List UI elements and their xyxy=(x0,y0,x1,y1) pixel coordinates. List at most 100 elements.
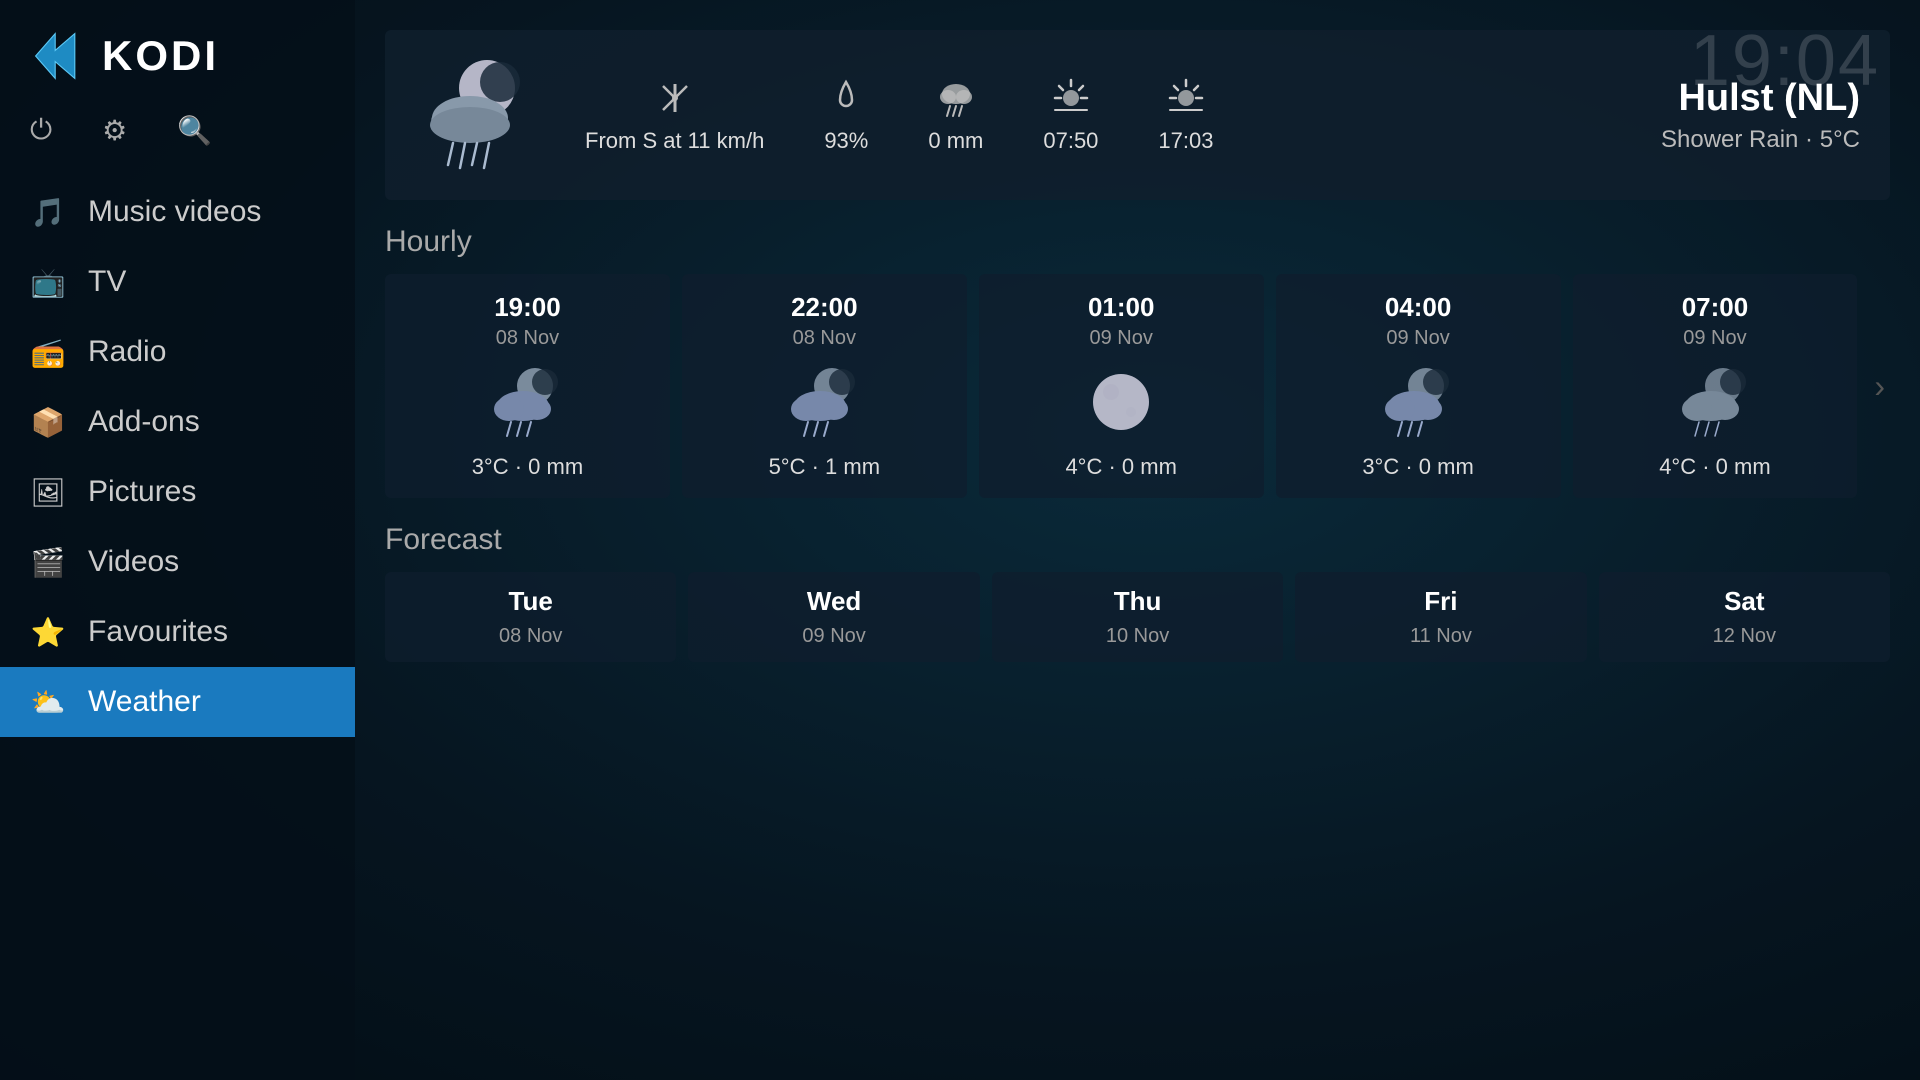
forecast-day-3: Fri xyxy=(1424,586,1457,617)
humidity-icon xyxy=(824,76,868,120)
sidebar-item-label: Videos xyxy=(88,545,179,579)
precip-value: 0 mm xyxy=(928,128,983,154)
sidebar-item-music-videos[interactable]: 🎵 Music videos xyxy=(0,177,355,247)
sunset-value: 17:03 xyxy=(1158,128,1213,154)
hourly-date-4: 09 Nov xyxy=(1683,327,1746,350)
current-weather-icon xyxy=(415,50,545,180)
sidebar-item-favourites[interactable]: ⭐ Favourites xyxy=(0,597,355,667)
forecast-card-2[interactable]: Thu 10 Nov xyxy=(992,572,1283,662)
main-content: 19:04 xyxy=(355,0,1920,1080)
forecast-card-3[interactable]: Fri 11 Nov xyxy=(1295,572,1586,662)
forecast-card-1[interactable]: Wed 09 Nov xyxy=(688,572,979,662)
hourly-temp-3: 3°C · 0 mm xyxy=(1362,454,1473,480)
current-weather-card: From S at 11 km/h 93% 0 mm xyxy=(385,30,1890,200)
hourly-time-4: 07:00 xyxy=(1682,292,1749,323)
settings-icon[interactable]: ⚙ xyxy=(102,114,127,147)
hourly-card-2[interactable]: 01:00 09 Nov 4°C · 0 mm xyxy=(979,274,1264,498)
hourly-time-2: 01:00 xyxy=(1088,292,1155,323)
sidebar-item-label: Radio xyxy=(88,335,166,369)
pictures-icon: 🖼 xyxy=(30,476,66,509)
favourites-icon: ⭐ xyxy=(30,616,66,649)
forecast-date-2: 10 Nov xyxy=(1106,625,1169,648)
forecast-section-header: Forecast xyxy=(385,523,1890,557)
hourly-icon-4 xyxy=(1675,362,1755,442)
kodi-logo-icon xyxy=(30,28,86,84)
wind-value: From S at 11 km/h xyxy=(585,128,764,154)
radio-icon: 📻 xyxy=(30,336,66,369)
hourly-icon-1 xyxy=(784,362,864,442)
hourly-time-0: 19:00 xyxy=(494,292,561,323)
hourly-date-1: 08 Nov xyxy=(793,327,856,350)
hourly-card-0[interactable]: 19:00 08 Nov 3°C · 0 mm xyxy=(385,274,670,498)
sidebar-item-addons[interactable]: 📦 Add-ons xyxy=(0,387,355,457)
hourly-temp-4: 4°C · 0 mm xyxy=(1659,454,1770,480)
forecast-day-1: Wed xyxy=(807,586,861,617)
forecast-date-1: 09 Nov xyxy=(802,625,865,648)
sunrise-value: 07:50 xyxy=(1043,128,1098,154)
app-header: KODI xyxy=(0,0,355,104)
sunset-stat: 17:03 xyxy=(1158,76,1213,154)
hourly-time-3: 04:00 xyxy=(1385,292,1452,323)
forecast-card-0[interactable]: Tue 08 Nov xyxy=(385,572,676,662)
hourly-card-4[interactable]: 07:00 09 Nov 4°C · 0 mm xyxy=(1573,274,1858,498)
location-name: Hulst (NL) xyxy=(1661,77,1860,120)
hourly-time-1: 22:00 xyxy=(791,292,858,323)
sidebar-item-label: Weather xyxy=(88,685,201,719)
top-icons: ⏻ ⚙ 🔍 xyxy=(0,104,355,177)
hourly-icon-2 xyxy=(1081,362,1161,442)
wind-stat: From S at 11 km/h xyxy=(585,76,764,154)
sidebar-item-tv[interactable]: 📺 TV xyxy=(0,247,355,317)
sidebar-item-videos[interactable]: 🎬 Videos xyxy=(0,527,355,597)
sunset-icon xyxy=(1164,76,1208,120)
hourly-icon-3 xyxy=(1378,362,1458,442)
precipitation-stat: 0 mm xyxy=(928,76,983,154)
forecast-row: Tue 08 Nov Wed 09 Nov Thu 10 Nov Fri 11 … xyxy=(385,572,1890,662)
main-nav: 🎵 Music videos 📺 TV 📻 Radio 📦 Add-ons 🖼 … xyxy=(0,177,355,1080)
sidebar-item-label: Add-ons xyxy=(88,405,200,439)
sunrise-stat: 07:50 xyxy=(1043,76,1098,154)
hourly-date-3: 09 Nov xyxy=(1386,327,1449,350)
weather-stats: From S at 11 km/h 93% 0 mm xyxy=(565,76,1641,154)
sidebar: KODI ⏻ ⚙ 🔍 🎵 Music videos 📺 TV 📻 Radio 📦… xyxy=(0,0,355,1080)
humidity-stat: 93% xyxy=(824,76,868,154)
precipitation-icon xyxy=(934,76,978,120)
search-icon[interactable]: 🔍 xyxy=(177,114,212,147)
weather-icon: ⛅ xyxy=(30,686,66,719)
hourly-icon-0 xyxy=(487,362,567,442)
humidity-value: 93% xyxy=(824,128,868,154)
videos-icon: 🎬 xyxy=(30,546,66,579)
forecast-date-0: 08 Nov xyxy=(499,625,562,648)
sunrise-icon xyxy=(1049,76,1093,120)
hourly-section-header: Hourly xyxy=(385,225,1890,259)
sidebar-item-radio[interactable]: 📻 Radio xyxy=(0,317,355,387)
hourly-card-3[interactable]: 04:00 09 Nov 3°C · 0 mm xyxy=(1276,274,1561,498)
hourly-forecast-row: 19:00 08 Nov 3°C · 0 mm 22:00 08 Nov xyxy=(385,274,1890,498)
location-condition: Shower Rain · 5°C xyxy=(1661,126,1860,154)
hourly-card-1[interactable]: 22:00 08 Nov 5°C · 1 mm xyxy=(682,274,967,498)
forecast-day-2: Thu xyxy=(1114,586,1162,617)
hourly-temp-1: 5°C · 1 mm xyxy=(769,454,880,480)
hourly-date-0: 08 Nov xyxy=(496,327,559,350)
hourly-date-2: 09 Nov xyxy=(1090,327,1153,350)
tv-icon: 📺 xyxy=(30,266,66,299)
hourly-temp-2: 4°C · 0 mm xyxy=(1065,454,1176,480)
forecast-date-3: 11 Nov xyxy=(1410,625,1472,648)
sidebar-item-label: Pictures xyxy=(88,475,196,509)
forecast-day-0: Tue xyxy=(509,586,553,617)
location-info: Hulst (NL) Shower Rain · 5°C xyxy=(1661,77,1860,154)
forecast-card-4[interactable]: Sat 12 Nov xyxy=(1599,572,1890,662)
addons-icon: 📦 xyxy=(30,406,66,439)
scroll-hint: › xyxy=(1869,274,1890,498)
music-videos-icon: 🎵 xyxy=(30,196,66,229)
hourly-temp-0: 3°C · 0 mm xyxy=(472,454,583,480)
sidebar-item-label: Favourites xyxy=(88,615,228,649)
sidebar-item-label: Music videos xyxy=(88,195,261,229)
forecast-date-4: 12 Nov xyxy=(1713,625,1776,648)
app-title: KODI xyxy=(102,32,219,80)
forecast-day-4: Sat xyxy=(1724,586,1764,617)
power-icon[interactable]: ⏻ xyxy=(30,114,52,147)
wind-icon xyxy=(653,76,697,120)
sidebar-item-weather[interactable]: ⛅ Weather xyxy=(0,667,355,737)
sidebar-item-pictures[interactable]: 🖼 Pictures xyxy=(0,457,355,527)
sidebar-item-label: TV xyxy=(88,265,126,299)
